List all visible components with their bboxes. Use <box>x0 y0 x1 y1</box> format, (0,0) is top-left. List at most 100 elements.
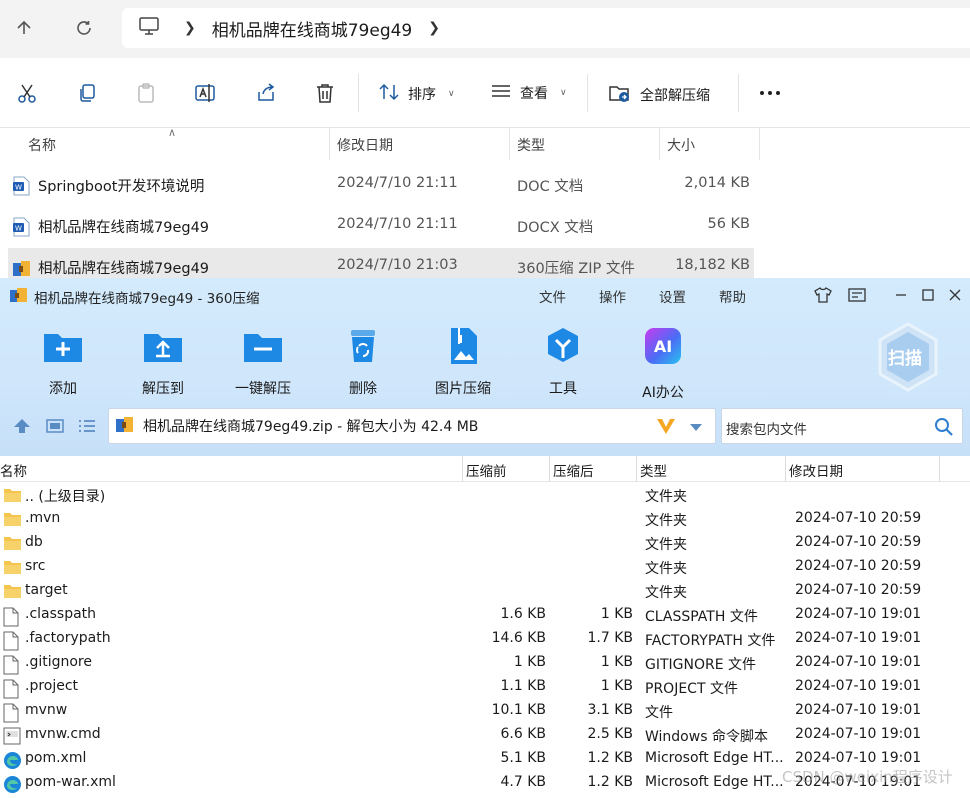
rename-icon[interactable] <box>191 78 221 108</box>
entry-packed-size: 10.1 KB <box>491 702 546 718</box>
column-packed[interactable]: 压缩前 <box>466 460 507 480</box>
column-modified[interactable]: 修改日期 <box>789 460 843 480</box>
entry-name: .classpath <box>25 606 97 622</box>
menu-file[interactable]: 文件 <box>539 286 566 306</box>
menu-help[interactable]: 帮助 <box>719 286 746 306</box>
column-compressed[interactable]: 压缩后 <box>553 460 594 480</box>
chevron-right-icon[interactable]: ❯ <box>184 20 196 36</box>
toolbar-divider <box>738 74 739 112</box>
entry-compressed-size: 1.2 KB <box>587 750 634 766</box>
column-size[interactable]: 大小 <box>667 135 695 155</box>
column-divider[interactable] <box>329 128 330 160</box>
v-logo-icon[interactable] <box>655 415 677 441</box>
sort-button[interactable]: 排序 ∨ <box>378 82 455 106</box>
image-compress-icon <box>441 324 485 368</box>
share-icon[interactable] <box>251 78 281 108</box>
archive-row[interactable]: target 文件夹 2024-07-10 20:59 <box>0 580 970 604</box>
file-type: DOC 文档 <box>517 179 584 195</box>
paste-icon[interactable] <box>131 78 161 108</box>
list-view-icon[interactable] <box>78 418 96 438</box>
address-bar-row: ❯ 相机品牌在线商城79eg49 ❯ <box>0 0 970 58</box>
archive-row[interactable]: .. (上级目录) 文件夹 <box>0 484 970 508</box>
menu-operation[interactable]: 操作 <box>599 286 626 306</box>
archive-row[interactable]: mvnw 10.1 KB 3.1 KB 文件 2024-07-10 19:01 <box>0 700 970 724</box>
tool-label: 工具 <box>549 381 577 397</box>
feedback-icon[interactable] <box>843 283 871 307</box>
address-bar[interactable]: ❯ 相机品牌在线商城79eg49 ❯ <box>122 8 970 48</box>
close-icon[interactable] <box>941 283 969 307</box>
back-up-icon[interactable] <box>12 418 32 438</box>
extract-all-button[interactable]: 全部解压缩 <box>608 82 710 108</box>
column-modified[interactable]: 修改日期 <box>337 135 393 155</box>
image-compress-button[interactable]: 图片压缩 <box>418 324 508 398</box>
breadcrumb-current[interactable]: 相机品牌在线商城79eg49 <box>212 16 413 41</box>
column-divider[interactable] <box>549 456 550 482</box>
maximize-icon[interactable] <box>914 283 942 307</box>
minimize-icon[interactable] <box>887 283 915 307</box>
column-divider[interactable] <box>939 456 940 482</box>
add-button[interactable]: 添加 <box>18 324 108 398</box>
entry-type: GITIGNORE 文件 <box>645 657 757 673</box>
file-row[interactable]: W 相机品牌在线商城79eg49 2024/7/10 21:11 DOCX 文档… <box>8 207 754 245</box>
column-type[interactable]: 类型 <box>640 460 667 480</box>
column-type[interactable]: 类型 <box>517 135 545 155</box>
tools-hexagon-icon <box>541 324 585 368</box>
column-divider[interactable] <box>785 456 786 482</box>
column-divider[interactable] <box>462 456 463 482</box>
svg-text:W: W <box>15 225 22 233</box>
file-icon <box>3 607 22 627</box>
chevron-right-icon[interactable]: ❯ <box>428 20 440 36</box>
column-divider[interactable] <box>659 128 660 160</box>
archive-row[interactable]: mvnw.cmd 6.6 KB 2.5 KB Windows 命令脚本 2024-07-… <box>0 724 970 748</box>
search-icon[interactable] <box>934 417 954 441</box>
column-name[interactable]: 名称 <box>28 135 56 155</box>
file-modified: 2024/7/10 21:11 <box>337 175 458 191</box>
archive-search-input[interactable]: 搜索包内文件 <box>721 408 963 444</box>
one-click-extract-button[interactable]: 一键解压 <box>218 324 308 398</box>
dropdown-arrow-icon[interactable] <box>689 420 703 436</box>
thumbnail-view-icon[interactable] <box>46 418 64 438</box>
archive-row[interactable]: .mvn 文件夹 2024-07-10 20:59 <box>0 508 970 532</box>
delete-button[interactable]: 删除 <box>318 324 408 398</box>
entry-name: src <box>25 558 46 574</box>
archive-row[interactable]: db 文件夹 2024-07-10 20:59 <box>0 532 970 556</box>
view-button[interactable]: 查看 ∨ <box>490 82 567 104</box>
column-name[interactable]: 名称 <box>0 460 27 480</box>
column-divider[interactable] <box>636 456 637 482</box>
entry-modified: 2024-07-10 19:01 <box>795 750 922 766</box>
skin-shirt-icon[interactable] <box>809 283 837 307</box>
entry-type: 文件夹 <box>645 585 687 601</box>
archive-row[interactable]: .factorypath 14.6 KB 1.7 KB FACTORYPATH 文件 2… <box>0 628 970 652</box>
edge-icon <box>3 751 22 769</box>
delete-icon[interactable] <box>310 78 340 108</box>
menu-settings[interactable]: 设置 <box>659 286 686 306</box>
scan-button[interactable]: 扫描 <box>876 322 940 392</box>
tool-label: 图片压缩 <box>435 381 491 397</box>
up-arrow-icon[interactable] <box>6 10 42 46</box>
archive-path-bar[interactable]: 相机品牌在线商城79eg49.zip - 解包大小为 42.4 MB <box>108 408 716 444</box>
cmd-script-icon <box>3 727 22 745</box>
extract-all-label: 全部解压缩 <box>640 88 710 104</box>
tool-label: 一键解压 <box>235 381 291 397</box>
ai-office-button[interactable]: AI AI办公 <box>618 324 708 402</box>
zip-archive-icon <box>12 258 30 278</box>
file-row[interactable]: W Springboot开发环境说明 2024/7/10 21:11 DOC 文… <box>8 166 754 204</box>
copy-icon[interactable] <box>72 78 102 108</box>
more-options-icon[interactable] <box>755 78 785 108</box>
file-type: DOCX 文档 <box>517 220 594 236</box>
cut-icon[interactable] <box>12 78 42 108</box>
archive-row[interactable]: src 文件夹 2024-07-10 20:59 <box>0 556 970 580</box>
archive-row[interactable]: .project 1.1 KB 1 KB PROJECT 文件 2024-07-10 1… <box>0 676 970 700</box>
tools-button[interactable]: 工具 <box>518 324 608 398</box>
refresh-icon[interactable] <box>66 10 102 46</box>
entry-packed-size: 4.7 KB <box>500 774 547 790</box>
column-divider[interactable] <box>509 128 510 160</box>
zip-archive-icon <box>115 414 135 438</box>
entry-name: mvnw.cmd <box>25 726 101 742</box>
extract-to-button[interactable]: 解压到 <box>118 324 208 398</box>
archive-row[interactable]: .gitignore 1 KB 1 KB GITIGNORE 文件 2024-07-10… <box>0 652 970 676</box>
archive-row[interactable]: .classpath 1.6 KB 1 KB CLASSPATH 文件 2024-07-… <box>0 604 970 628</box>
file-size: 2,014 KB <box>684 175 750 191</box>
column-divider[interactable] <box>759 128 760 160</box>
watermark: CSDN @weixin程序设计 <box>782 768 953 786</box>
